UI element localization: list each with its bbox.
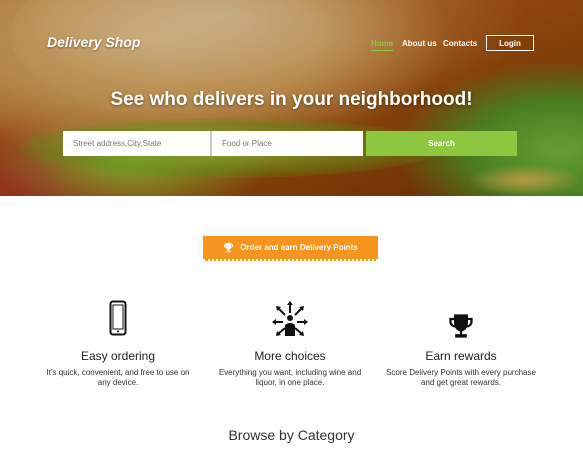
nav-home[interactable]: Home (371, 39, 394, 51)
trophy-icon (224, 242, 234, 253)
order-earn-button[interactable]: Order and earn Delivery Points (203, 236, 378, 261)
food-input[interactable]: Food or Place (212, 131, 363, 156)
feature-title: Earn rewards (425, 349, 497, 363)
smartphone-icon (109, 300, 127, 336)
feature-easy-ordering: Easy ordering It's quick, convenient, an… (43, 300, 193, 388)
feature-text: Everything you want, including wine and … (218, 368, 362, 387)
hero-banner: Delivery Shop Home About us Contacts Log… (0, 0, 583, 196)
feature-title: Easy ordering (80, 349, 156, 363)
feature-earn-rewards: Earn rewards Score Delivery Points with … (386, 300, 536, 388)
browse-category-heading: Browse by Category (228, 427, 355, 443)
feature-text: Score Delivery Points with every purchas… (386, 368, 536, 387)
nav-about-us[interactable]: About us (402, 39, 437, 48)
hero-headline: See who delivers in your neighborhood! (110, 89, 473, 110)
feature-text: It's quick, convenient, and free to use … (46, 368, 190, 387)
order-earn-label: Order and earn Delivery Points (240, 243, 358, 252)
login-button[interactable]: Login (486, 35, 534, 51)
person-arrows-icon (272, 301, 308, 336)
address-input[interactable]: Street address,City,State (63, 131, 212, 156)
trophy-icon (449, 314, 473, 338)
search-button[interactable]: Search (366, 131, 517, 156)
feature-more-choices: More choices Everything you want, includ… (215, 300, 365, 388)
search-bar: Street address,City,State Food or Place … (63, 131, 517, 156)
feature-title: More choices (254, 349, 326, 363)
brand-logo[interactable]: Delivery Shop (47, 34, 140, 50)
nav-contacts[interactable]: Contacts (443, 39, 477, 48)
